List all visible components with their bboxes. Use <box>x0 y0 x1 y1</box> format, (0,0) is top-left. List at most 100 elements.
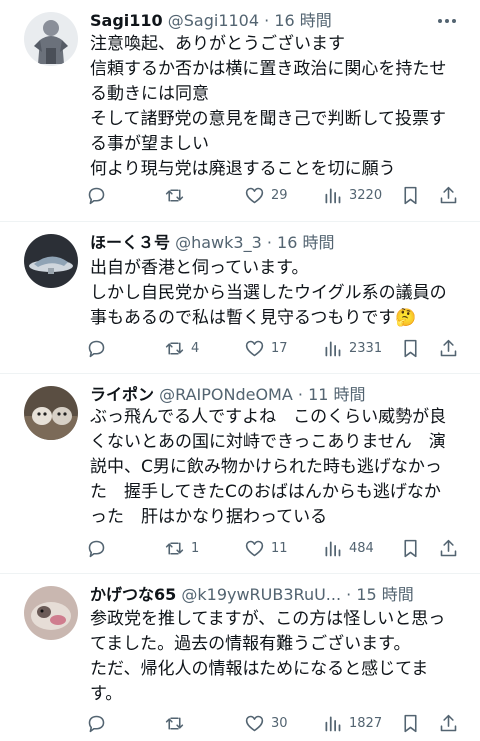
views-button[interactable]: 1827 <box>322 711 382 735</box>
action-bar: 30 1827 <box>86 711 460 735</box>
like-button[interactable]: 11 <box>244 536 288 560</box>
reply-button[interactable] <box>86 336 113 360</box>
avatar[interactable] <box>24 386 78 440</box>
display-name[interactable]: Sagi110 <box>90 11 163 30</box>
separator-dot: · <box>346 585 352 604</box>
text-line: ぶっ飛んでる人ですよね このくらい威勢が良 <box>90 407 447 427</box>
more-options-icon[interactable] <box>434 8 460 34</box>
user-handle[interactable]: @RAIPONdeOMA <box>159 385 293 404</box>
action-bar: 1 11 484 <box>86 536 460 560</box>
reply-icon <box>88 540 105 557</box>
text-line: った 肝はかなり据わっている <box>90 507 328 527</box>
bookmark-icon <box>404 186 417 204</box>
post-header: ほーく３号 @hawk3_3 · 16 時間 <box>90 230 420 256</box>
views-button[interactable]: 2331 <box>322 336 382 360</box>
text-line: 参政党を推してますが、この方は怪しいと思っ <box>90 609 446 629</box>
repost-count: 4 <box>191 340 200 356</box>
like-icon <box>245 540 264 556</box>
like-icon <box>245 187 264 203</box>
timestamp[interactable]: 15 時間 <box>356 585 413 604</box>
view-count: 1827 <box>349 715 383 731</box>
text-line: 出自が香港と伺っています。 <box>90 258 309 278</box>
bookmark-icon <box>404 539 417 557</box>
post-header: かげつな65 @k19ywRUB3RuU... · 15 時間 <box>90 582 420 608</box>
repost-button[interactable] <box>164 183 191 207</box>
views-icon <box>325 716 341 731</box>
repost-button[interactable]: 1 <box>164 536 199 560</box>
reply-button[interactable] <box>86 183 113 207</box>
share-button[interactable] <box>438 711 459 735</box>
reply-button[interactable] <box>86 536 113 560</box>
post[interactable]: ほーく３号 @hawk3_3 · 16 時間 出自が香港と伺っています。 しかし… <box>0 222 480 374</box>
like-icon <box>245 715 264 731</box>
share-icon <box>440 339 457 356</box>
avatar[interactable] <box>24 586 78 640</box>
like-button[interactable]: 17 <box>244 336 288 360</box>
action-bar: 29 3220 <box>86 183 460 207</box>
views-button[interactable]: 3220 <box>322 183 382 207</box>
bookmark-button[interactable] <box>400 336 421 360</box>
view-count: 484 <box>349 540 374 556</box>
like-button[interactable]: 29 <box>244 183 288 207</box>
like-count: 30 <box>271 715 288 731</box>
share-button[interactable] <box>438 536 459 560</box>
share-button[interactable] <box>438 183 459 207</box>
text-line: くないとあの国に対峙できっこありません 演 <box>90 432 446 452</box>
text-line: る動きには同意 <box>90 84 209 104</box>
bookmark-icon <box>404 714 417 732</box>
timestamp[interactable]: 11 時間 <box>308 385 365 404</box>
share-button[interactable] <box>438 336 459 360</box>
action-bar: 4 17 2331 <box>86 336 460 360</box>
reply-icon <box>88 187 105 204</box>
post-text: 注意喚起、ありがとうございます 信頼するか否かは横に置き政治に関心を持たせ る動… <box>90 32 466 182</box>
user-handle[interactable]: @k19ywRUB3RuU... <box>181 585 341 604</box>
timestamp[interactable]: 16 時間 <box>277 233 334 252</box>
share-icon <box>440 539 457 556</box>
text-line: 何より現与党は廃退することを切に願う <box>90 159 396 179</box>
text-line: る事が望ましい <box>90 134 209 154</box>
avatar[interactable] <box>24 234 78 288</box>
user-handle[interactable]: @hawk3_3 <box>175 233 262 252</box>
views-button[interactable]: 484 <box>322 536 374 560</box>
views-icon <box>325 341 341 356</box>
repost-icon <box>165 716 184 730</box>
like-count: 17 <box>271 340 288 356</box>
display-name[interactable]: かげつな65 <box>90 585 176 604</box>
bookmark-button[interactable] <box>400 711 421 735</box>
like-icon <box>245 340 264 356</box>
like-button[interactable]: 30 <box>244 711 288 735</box>
text-line: てました。過去の情報有難うございます。 <box>90 634 411 654</box>
user-handle[interactable]: @Sagi1104 <box>168 11 259 30</box>
separator-dot: · <box>264 11 270 30</box>
repost-button[interactable]: 4 <box>164 336 199 360</box>
separator-dot: · <box>297 385 303 404</box>
bookmark-button[interactable] <box>400 183 421 207</box>
like-count: 29 <box>271 187 288 203</box>
reply-feed: Sagi110 @Sagi1104 · 16 時間 注意喚起、ありがとうございま… <box>0 0 480 741</box>
post[interactable]: かげつな65 @k19ywRUB3RuU... · 15 時間 参政党を推してま… <box>0 574 480 741</box>
view-count: 3220 <box>349 187 383 203</box>
text-line: す。 <box>90 684 123 704</box>
repost-icon <box>165 188 184 202</box>
repost-icon <box>165 341 184 355</box>
avatar[interactable] <box>24 12 78 66</box>
text-line: そして諸野党の意見を聞き己で判断して投票す <box>90 109 446 129</box>
display-name[interactable]: ほーく３号 <box>90 233 170 252</box>
share-icon <box>440 186 457 203</box>
reply-button[interactable] <box>86 711 113 735</box>
view-count: 2331 <box>349 340 383 356</box>
post-header: Sagi110 @Sagi1104 · 16 時間 <box>90 8 420 34</box>
repost-icon <box>165 541 184 555</box>
post[interactable]: ライポン @RAIPONdeOMA · 11 時間 ぶっ飛んでる人ですよね この… <box>0 374 480 574</box>
separator-dot: · <box>266 233 272 252</box>
post-text: 出自が香港と伺っています。 しかし自民党から当選したウイグル系の議員の 事もある… <box>90 256 466 331</box>
share-icon <box>440 714 457 731</box>
post[interactable]: Sagi110 @Sagi1104 · 16 時間 注意喚起、ありがとうございま… <box>0 0 480 222</box>
bookmark-button[interactable] <box>400 536 421 560</box>
text-line: 説中、C男に飲み物かけられた時も逃げなかっ <box>90 457 442 477</box>
repost-button[interactable] <box>164 711 191 735</box>
timestamp[interactable]: 16 時間 <box>274 11 331 30</box>
post-text: 参政党を推してますが、この方は怪しいと思っ てました。過去の情報有難うございます… <box>90 607 466 707</box>
display-name[interactable]: ライポン <box>90 385 154 404</box>
repost-count: 1 <box>191 540 200 556</box>
